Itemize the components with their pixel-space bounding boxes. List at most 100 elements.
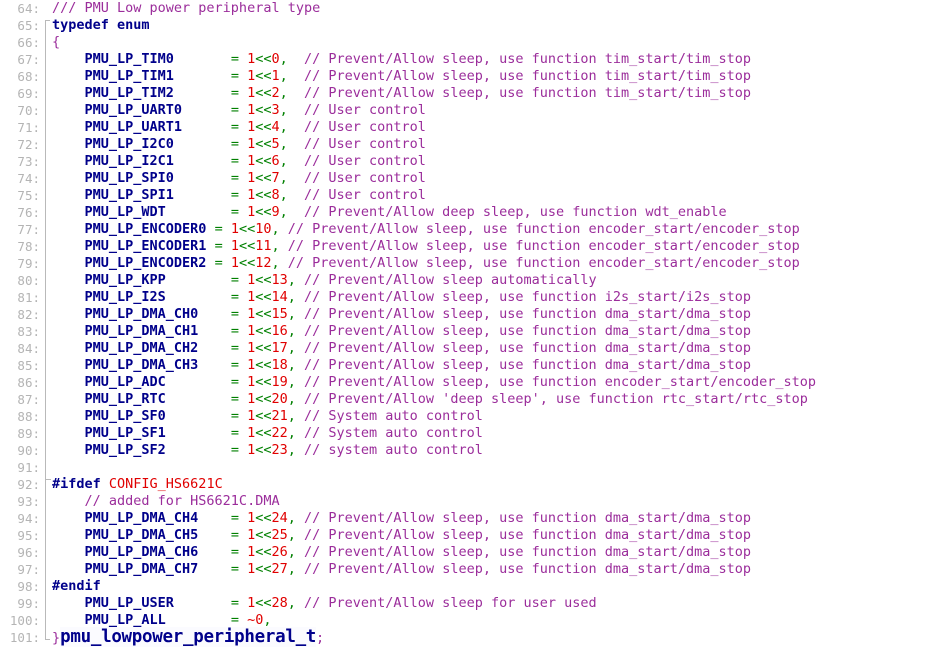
code-line[interactable]: 86: PMU_LP_ADC = 1<<19, // Prevent/Allow… xyxy=(0,374,927,391)
code-text[interactable]: // added for HS6621C.DMA xyxy=(51,493,280,510)
code-lines-container[interactable]: 64: /// PMU Low power peripheral type 65: t… xyxy=(0,0,927,647)
code-text[interactable]: PMU_LP_SPI1 = 1<<8, // User control xyxy=(51,187,426,204)
fold-guide[interactable] xyxy=(42,357,51,374)
fold-guide[interactable] xyxy=(42,119,51,136)
code-text[interactable]: PMU_LP_TIM2 = 1<<2, // Prevent/Allow sle… xyxy=(51,85,752,102)
code-line[interactable]: 85: PMU_LP_DMA_CH3 = 1<<18, // Prevent/A… xyxy=(0,357,927,374)
fold-guide[interactable] xyxy=(42,544,51,561)
code-line[interactable]: 68: PMU_LP_TIM1 = 1<<1, // Prevent/Allow… xyxy=(0,68,927,85)
code-text[interactable]: { xyxy=(51,34,60,51)
code-line[interactable]: 95: PMU_LP_DMA_CH5 = 1<<25, // Prevent/A… xyxy=(0,527,927,544)
code-text[interactable]: PMU_LP_SPI0 = 1<<7, // User control xyxy=(51,170,426,187)
code-line[interactable]: 76: PMU_LP_WDT = 1<<9, // Prevent/Allow … xyxy=(0,204,927,221)
code-line[interactable]: 78: PMU_LP_ENCODER1 = 1<<11, // Prevent/… xyxy=(0,238,927,255)
code-line[interactable]: 98: #endif xyxy=(0,578,927,595)
code-line[interactable]: 84: PMU_LP_DMA_CH2 = 1<<17, // Prevent/A… xyxy=(0,340,927,357)
fold-guide[interactable] xyxy=(42,17,51,34)
fold-guide[interactable] xyxy=(42,68,51,85)
code-line[interactable]: 91: xyxy=(0,459,927,476)
fold-guide[interactable] xyxy=(42,629,51,646)
code-text[interactable]: PMU_LP_DMA_CH4 = 1<<24, // Prevent/Allow… xyxy=(51,510,752,527)
fold-guide[interactable] xyxy=(42,527,51,544)
code-line[interactable]: 73: PMU_LP_I2C1 = 1<<6, // User control xyxy=(0,153,927,170)
code-line[interactable]: 90: PMU_LP_SF2 = 1<<23, // system auto c… xyxy=(0,442,927,459)
code-text[interactable]: PMU_LP_KPP = 1<<13, // Prevent/Allow sle… xyxy=(51,272,597,289)
fold-guide[interactable] xyxy=(42,187,51,204)
code-line[interactable]: 69: PMU_LP_TIM2 = 1<<2, // Prevent/Allow… xyxy=(0,85,927,102)
fold-guide[interactable] xyxy=(42,221,51,238)
fold-guide[interactable] xyxy=(42,578,51,595)
fold-guide[interactable] xyxy=(42,153,51,170)
code-line[interactable]: 94: PMU_LP_DMA_CH4 = 1<<24, // Prevent/A… xyxy=(0,510,927,527)
code-line[interactable]: 96: PMU_LP_DMA_CH6 = 1<<26, // Prevent/A… xyxy=(0,544,927,561)
fold-guide[interactable] xyxy=(42,340,51,357)
code-line[interactable]: 67: PMU_LP_TIM0 = 1<<0, // Prevent/Allow… xyxy=(0,51,927,68)
code-text[interactable]: PMU_LP_UART1 = 1<<4, // User control xyxy=(51,119,426,136)
code-line[interactable]: 71: PMU_LP_UART1 = 1<<4, // User control xyxy=(0,119,927,136)
code-editor-view[interactable]: 64: /// PMU Low power peripheral type 65: t… xyxy=(0,0,927,659)
code-line[interactable]: 87: PMU_LP_RTC = 1<<20, // Prevent/Allow… xyxy=(0,391,927,408)
code-line[interactable]: 97: PMU_LP_DMA_CH7 = 1<<27, // Prevent/A… xyxy=(0,561,927,578)
code-text[interactable]: PMU_LP_USER = 1<<28, // Prevent/Allow sl… xyxy=(51,595,597,612)
fold-guide[interactable] xyxy=(42,85,51,102)
code-text[interactable]: PMU_LP_UART0 = 1<<3, // User control xyxy=(51,102,426,119)
fold-guide[interactable] xyxy=(42,510,51,527)
code-text[interactable]: PMU_LP_DMA_CH0 = 1<<15, // Prevent/Allow… xyxy=(51,306,752,323)
code-text[interactable]: /// PMU Low power peripheral type xyxy=(51,0,320,17)
code-line[interactable]: 83: PMU_LP_DMA_CH1 = 1<<16, // Prevent/A… xyxy=(0,323,927,340)
code-text[interactable]: PMU_LP_TIM1 = 1<<1, // Prevent/Allow sle… xyxy=(51,68,752,85)
code-text[interactable]: PMU_LP_ADC = 1<<19, // Prevent/Allow sle… xyxy=(51,374,817,391)
code-line[interactable]: 82: PMU_LP_DMA_CH0 = 1<<15, // Prevent/A… xyxy=(0,306,927,323)
code-text[interactable]: PMU_LP_DMA_CH1 = 1<<16, // Prevent/Allow… xyxy=(51,323,752,340)
code-line[interactable]: 64: /// PMU Low power peripheral type xyxy=(0,0,927,17)
fold-guide[interactable] xyxy=(42,0,51,17)
fold-guide[interactable] xyxy=(42,493,51,510)
code-line[interactable]: 92: #ifdef CONFIG_HS6621C xyxy=(0,476,927,493)
fold-guide[interactable] xyxy=(42,425,51,442)
code-line[interactable]: 65: typedef enum xyxy=(0,17,927,34)
code-text[interactable]: PMU_LP_TIM0 = 1<<0, // Prevent/Allow sle… xyxy=(51,51,752,68)
fold-guide[interactable] xyxy=(42,289,51,306)
fold-guide[interactable] xyxy=(42,136,51,153)
code-line[interactable]: 74: PMU_LP_SPI0 = 1<<7, // User control xyxy=(0,170,927,187)
fold-guide[interactable] xyxy=(42,323,51,340)
code-text[interactable]: }pmu_lowpower_peripheral_t; xyxy=(51,627,324,647)
fold-guide[interactable] xyxy=(42,595,51,612)
code-text[interactable]: PMU_LP_DMA_CH7 = 1<<27, // Prevent/Allow… xyxy=(51,561,752,578)
code-line[interactable]: 77: PMU_LP_ENCODER0 = 1<<10, // Prevent/… xyxy=(0,221,927,238)
fold-guide[interactable] xyxy=(42,51,51,68)
code-text[interactable]: #endif xyxy=(51,578,101,595)
code-text[interactable]: PMU_LP_ENCODER2 = 1<<12, // Prevent/Allo… xyxy=(51,255,800,272)
fold-guide[interactable] xyxy=(42,170,51,187)
code-text[interactable]: PMU_LP_I2S = 1<<14, // Prevent/Allow sle… xyxy=(51,289,752,306)
code-text[interactable]: #ifdef CONFIG_HS6621C xyxy=(51,476,223,493)
fold-guide[interactable] xyxy=(42,102,51,119)
fold-guide[interactable] xyxy=(42,561,51,578)
code-text[interactable]: PMU_LP_SF2 = 1<<23, // system auto contr… xyxy=(51,442,483,459)
code-text[interactable]: PMU_LP_DMA_CH5 = 1<<25, // Prevent/Allow… xyxy=(51,527,752,544)
code-text[interactable]: PMU_LP_WDT = 1<<9, // Prevent/Allow deep… xyxy=(51,204,727,221)
code-text[interactable]: PMU_LP_DMA_CH2 = 1<<17, // Prevent/Allow… xyxy=(51,340,752,357)
code-line[interactable]: 93: // added for HS6621C.DMA xyxy=(0,493,927,510)
code-line[interactable]: 89: PMU_LP_SF1 = 1<<22, // System auto c… xyxy=(0,425,927,442)
fold-guide[interactable] xyxy=(42,238,51,255)
code-text[interactable]: PMU_LP_I2C1 = 1<<6, // User control xyxy=(51,153,426,170)
code-text[interactable]: PMU_LP_SF1 = 1<<22, // System auto contr… xyxy=(51,425,483,442)
code-text[interactable]: PMU_LP_ENCODER1 = 1<<11, // Prevent/Allo… xyxy=(51,238,800,255)
code-text[interactable]: PMU_LP_I2C0 = 1<<5, // User control xyxy=(51,136,426,153)
fold-guide[interactable] xyxy=(42,272,51,289)
code-text[interactable]: PMU_LP_DMA_CH6 = 1<<26, // Prevent/Allow… xyxy=(51,544,752,561)
code-line[interactable]: 66: { xyxy=(0,34,927,51)
code-line[interactable]: 80: PMU_LP_KPP = 1<<13, // Prevent/Allow… xyxy=(0,272,927,289)
fold-guide[interactable] xyxy=(42,442,51,459)
fold-guide[interactable] xyxy=(42,476,51,493)
code-line[interactable]: 99: PMU_LP_USER = 1<<28, // Prevent/Allo… xyxy=(0,595,927,612)
code-line[interactable]: 72: PMU_LP_I2C0 = 1<<5, // User control xyxy=(0,136,927,153)
fold-guide[interactable] xyxy=(42,34,51,51)
fold-guide[interactable] xyxy=(42,459,51,476)
fold-guide[interactable] xyxy=(42,374,51,391)
code-line[interactable]: 101:}pmu_lowpower_peripheral_t; xyxy=(0,627,927,647)
code-line[interactable]: 70: PMU_LP_UART0 = 1<<3, // User control xyxy=(0,102,927,119)
fold-guide[interactable] xyxy=(42,204,51,221)
fold-guide[interactable] xyxy=(42,306,51,323)
